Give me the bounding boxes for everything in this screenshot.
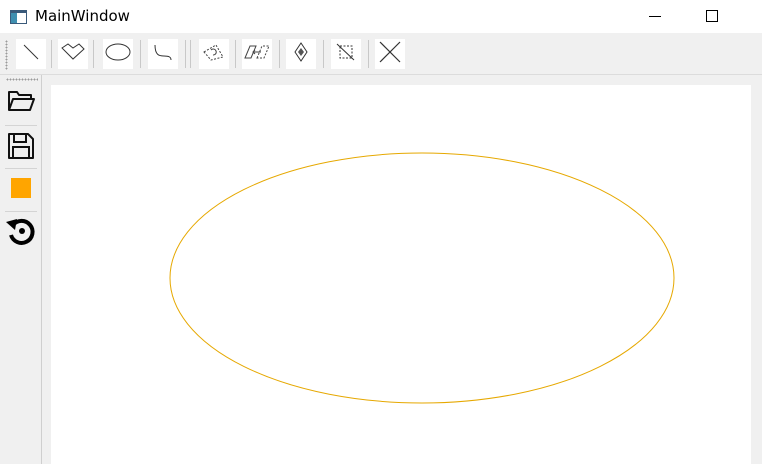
delete-x-icon (378, 40, 402, 68)
translate-tool-button[interactable] (242, 39, 272, 69)
toolbar-separator (5, 168, 37, 169)
toolbar-grip[interactable] (6, 78, 38, 81)
toolbar-separator (190, 40, 191, 68)
rotate-shape-icon (201, 41, 227, 67)
drawn-ellipse (169, 152, 675, 404)
save-file-button[interactable] (4, 131, 38, 165)
toolbar-separator (235, 40, 236, 68)
toolbar-separator (323, 40, 324, 68)
toolbar-separator (368, 40, 369, 68)
app-window-icon (10, 9, 27, 24)
line-tool-button[interactable] (16, 39, 46, 69)
curve-tool-button[interactable] (148, 39, 178, 69)
delete-tool-button[interactable] (375, 39, 405, 69)
toolbar-separator (279, 40, 280, 68)
folder-open-icon (7, 89, 35, 117)
polygon-icon (60, 41, 86, 67)
ellipse-tool-button[interactable] (103, 39, 133, 69)
scale-shape-icon (290, 41, 312, 67)
color-swatch-icon (10, 177, 32, 203)
rotate-tool-button[interactable] (199, 39, 229, 69)
toolbar-separator (51, 40, 52, 68)
maximize-icon (706, 7, 718, 26)
line-icon (20, 41, 42, 67)
reset-icon (5, 215, 37, 251)
toolbar-separator (140, 40, 141, 68)
window-title: MainWindow (35, 7, 130, 25)
curve-icon (151, 41, 175, 67)
toolbar-separator (5, 211, 37, 212)
clip-icon (335, 41, 357, 67)
toolbar-separator (5, 125, 37, 126)
ellipse-icon (104, 41, 132, 67)
clip-tool-button[interactable] (331, 39, 361, 69)
save-icon (7, 132, 35, 164)
toolbar-separator (185, 40, 186, 68)
left-toolbar (0, 75, 42, 464)
toolbar-grip[interactable] (5, 40, 8, 70)
open-file-button[interactable] (4, 86, 38, 120)
title-bar: MainWindow (0, 0, 762, 33)
translate-shape-icon (243, 41, 271, 67)
main-window: MainWindow (0, 0, 762, 464)
polygon-tool-button[interactable] (58, 39, 88, 69)
minimize-icon (649, 7, 661, 26)
drawing-canvas[interactable] (51, 85, 751, 464)
maximize-button[interactable] (689, 0, 735, 33)
toolbar-separator (93, 40, 94, 68)
minimize-button[interactable] (632, 0, 678, 33)
reset-button[interactable] (4, 216, 38, 250)
top-toolbar (0, 34, 762, 75)
scale-tool-button[interactable] (286, 39, 316, 69)
color-picker-button[interactable] (4, 173, 38, 207)
